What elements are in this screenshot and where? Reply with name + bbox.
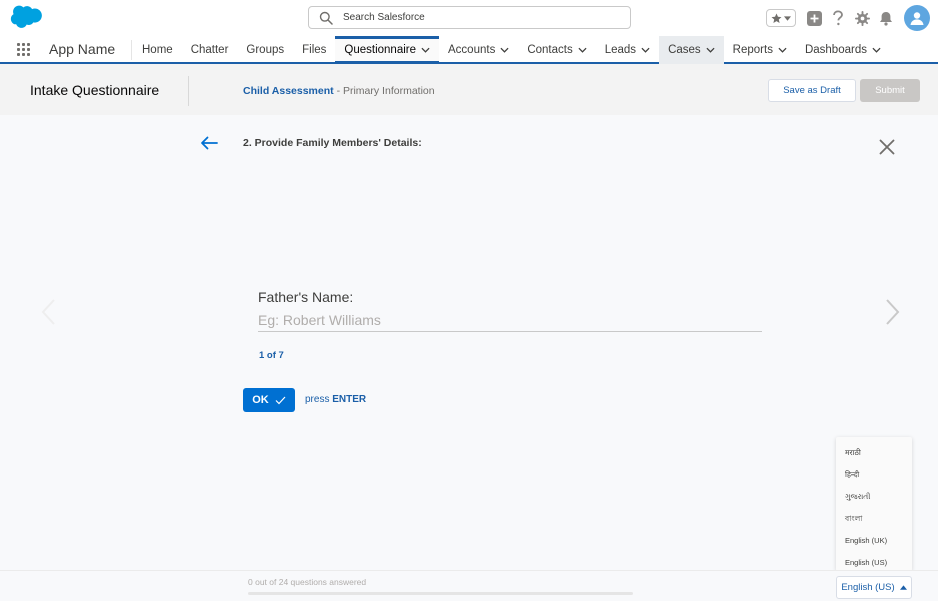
chevron-down-icon[interactable] [778,47,787,53]
ok-button[interactable]: OK [243,388,295,412]
breadcrumb-current: - Primary Information [336,85,435,97]
language-option[interactable]: मराठी [836,443,912,465]
header-utility-icons [766,3,930,33]
chevron-down-icon[interactable] [421,47,430,53]
nav-item-accounts[interactable]: Accounts [439,36,518,64]
page-header: Intake Questionnaire Child Assessment - … [0,66,938,115]
nav-item-label: Contacts [527,44,573,56]
enter-hint: press ENTER [305,394,366,405]
global-search[interactable] [308,6,631,29]
fathers-name-input[interactable] [258,309,762,332]
caret-up-icon [899,585,907,590]
salesforce-cloud-logo[interactable] [10,5,42,29]
breadcrumb-link[interactable]: Child Assessment [243,85,334,97]
progress-footer: 0 out of 24 questions answered English (… [0,570,938,601]
questionnaire-panel: 2. Provide Family Members' Details: Fath… [0,115,938,570]
hint-prefix: press [305,394,330,405]
chevron-down-icon[interactable] [872,47,881,53]
language-option[interactable]: ગુજરાતી [836,487,912,509]
submit-button[interactable]: Submit [860,79,920,102]
breadcrumb: Child Assessment - Primary Information [243,85,435,97]
chevron-down-icon [784,15,791,21]
close-icon[interactable] [879,139,895,155]
hint-key: ENTER [332,394,367,405]
ok-label: OK [252,394,269,406]
add-icon[interactable] [806,10,822,26]
header-divider [188,76,189,106]
nav-item-label: Leads [604,44,637,56]
chevron-down-icon[interactable] [706,47,715,53]
nav-item-label: Chatter [190,44,229,56]
bell-icon[interactable] [878,10,894,26]
nav-item-label: Dashboards [804,44,867,56]
language-option[interactable]: বাংলা [836,509,912,531]
language-option[interactable]: हिन्दी [836,465,912,487]
chevron-down-icon[interactable] [641,47,650,53]
question-title: 2. Provide Family Members' Details: [243,137,422,149]
search-input[interactable] [343,12,613,23]
nav-items: Home Chatter Groups Files Questionnaire Accou… [133,36,890,64]
nav-item-groups[interactable]: Groups [237,36,293,64]
star-icon [771,13,782,23]
nav-item-label: Home [142,44,173,56]
nav-item-reports[interactable]: Reports [724,36,796,64]
back-arrow-icon[interactable] [200,136,218,150]
nav-item-label: Groups [246,44,285,56]
search-icon [319,11,333,25]
help-icon[interactable] [830,10,846,26]
nav-item-chatter[interactable]: Chatter [182,36,238,64]
chevron-down-icon[interactable] [500,47,509,53]
nav-item-contacts[interactable]: Contacts [518,36,595,64]
selected-language: English (US) [841,582,895,593]
nav-item-dashboards[interactable]: Dashboards [796,36,890,64]
language-dropdown-menu: मराठी हिन्दी ગુજરાતી বাংলা English (UK) Engli… [836,437,912,571]
app-name: App Name [49,41,116,57]
nav-divider [131,40,132,60]
gear-icon[interactable] [854,10,870,26]
chevron-left-icon[interactable] [40,298,56,326]
nav-item-label: Accounts [448,44,496,56]
global-header [0,0,938,36]
check-icon [275,396,286,404]
app-navigation-bar: App Name Home Chatter Groups Files Questionn… [0,36,938,64]
nav-item-home[interactable]: Home [133,36,182,64]
language-select[interactable]: English (US) [836,576,912,599]
nav-item-label: Reports [732,44,773,56]
nav-item-label: Questionnaire [344,44,417,56]
field-label: Father's Name: [258,289,354,305]
nav-item-leads[interactable]: Leads [596,36,659,64]
favorites-button[interactable] [766,9,796,27]
save-as-draft-button[interactable]: Save as Draft [768,79,856,102]
chevron-down-icon[interactable] [578,47,587,53]
nav-item-cases[interactable]: Cases [659,36,724,64]
nav-item-files[interactable]: Files [293,36,335,64]
field-counter: 1 of 7 [259,350,284,361]
language-option[interactable]: English (UK) [836,531,912,553]
nav-item-questionnaire[interactable]: Questionnaire [335,36,440,64]
app-launcher-icon[interactable] [17,43,31,57]
user-avatar-icon[interactable] [904,5,930,31]
progress-bar [248,592,633,595]
nav-item-label: Cases [668,44,701,56]
nav-item-label: Files [302,44,327,56]
page-title: Intake Questionnaire [30,82,160,98]
chevron-right-icon[interactable] [885,298,901,326]
progress-text: 0 out of 24 questions answered [248,577,367,587]
